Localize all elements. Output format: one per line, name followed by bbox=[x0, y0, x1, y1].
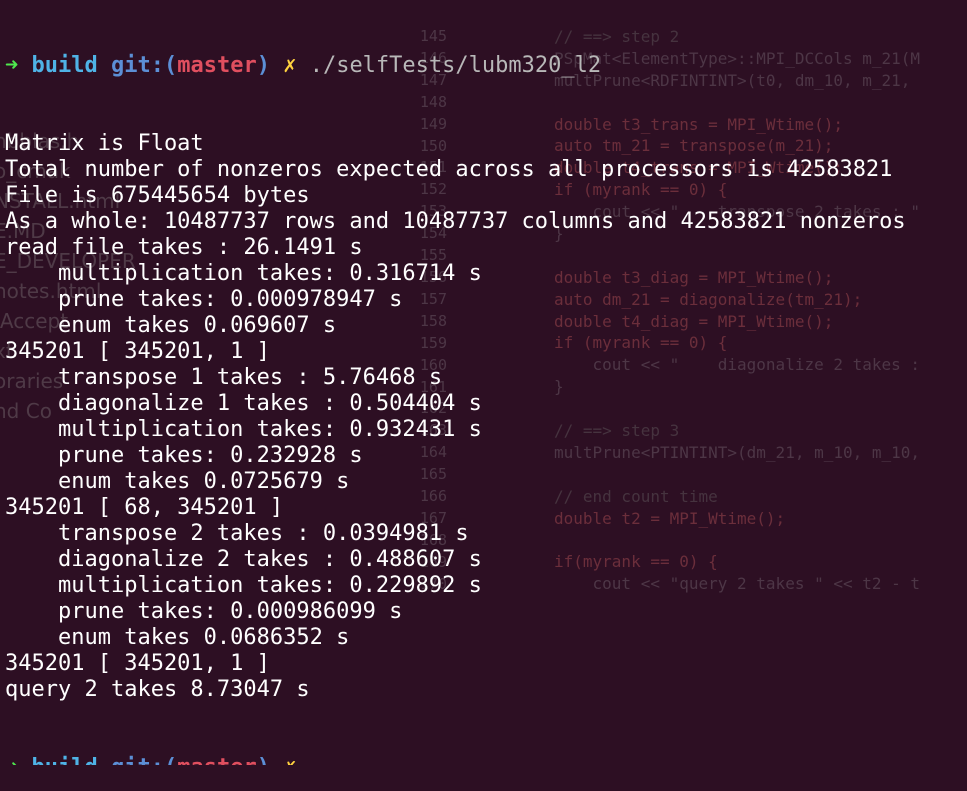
prompt-git-close: ) bbox=[256, 53, 270, 78]
next-prompt-line: ➜ build git:(master) ✗ bbox=[5, 755, 967, 765]
output-line: Matrix is Float bbox=[5, 131, 204, 156]
output-line: Total number of nonzeros expected across… bbox=[5, 157, 893, 182]
next-prompt-git-close: ) bbox=[257, 755, 270, 765]
output-line: multiplication takes: 0.229892 s bbox=[5, 573, 482, 598]
output-line: File is 675445654 bytes bbox=[5, 183, 310, 208]
output-line: query 2 takes 8.73047 s bbox=[5, 677, 310, 702]
output-line: As a whole: 10487737 rows and 10487737 c… bbox=[5, 209, 906, 234]
prompt-directory: build bbox=[31, 53, 98, 78]
output-line: 345201 [ 345201, 1 ] bbox=[5, 339, 270, 364]
output-line: enum takes 0.069607 s bbox=[5, 313, 337, 338]
output-line: multiplication takes: 0.932431 s bbox=[5, 417, 482, 442]
next-prompt-git-label: git:( bbox=[111, 755, 177, 765]
prompt-arrow-icon: ➜ bbox=[5, 53, 19, 78]
output-line: enum takes 0.0686352 s bbox=[5, 625, 350, 650]
dirty-mark-icon: ✗ bbox=[283, 53, 297, 78]
output-line: prune takes: 0.232928 s bbox=[5, 443, 363, 468]
output-line: diagonalize 2 takes : 0.488607 s bbox=[5, 547, 482, 572]
output-line: transpose 1 takes : 5.76468 s bbox=[5, 365, 443, 390]
output-line: prune takes: 0.000978947 s bbox=[5, 287, 403, 312]
output-line: 345201 [ 68, 345201 ] bbox=[5, 495, 284, 520]
next-prompt-branch: master bbox=[177, 755, 256, 765]
prompt-branch: master bbox=[177, 53, 257, 78]
next-prompt-directory: build bbox=[32, 755, 98, 765]
output-line: 345201 [ 345201, 1 ] bbox=[5, 651, 270, 676]
prompt-git-label: git:( bbox=[110, 53, 178, 78]
prompt-command: ./selfTests/lubm320_l2 bbox=[309, 53, 602, 78]
output-line: read file takes : 26.1491 s bbox=[5, 235, 363, 260]
output-lines: Matrix is Float Total number of nonzeros … bbox=[5, 131, 967, 703]
terminal-output[interactable]: ➜ build git:(master) ✗ ./selfTests/lubm3… bbox=[5, 1, 967, 791]
output-line: diagonalize 1 takes : 0.504404 s bbox=[5, 391, 482, 416]
prompt-line: ➜ build git:(master) ✗ ./selfTests/lubm3… bbox=[5, 53, 967, 79]
output-line: prune takes: 0.000986099 s bbox=[5, 599, 403, 624]
next-prompt-arrow-icon: ➜ bbox=[5, 755, 18, 765]
output-line: enum takes 0.0725679 s bbox=[5, 469, 350, 494]
output-line: transpose 2 takes : 0.0394981 s bbox=[5, 521, 469, 546]
next-dirty-mark-icon: ✗ bbox=[283, 755, 296, 765]
output-line: multiplication takes: 0.316714 s bbox=[5, 261, 482, 286]
